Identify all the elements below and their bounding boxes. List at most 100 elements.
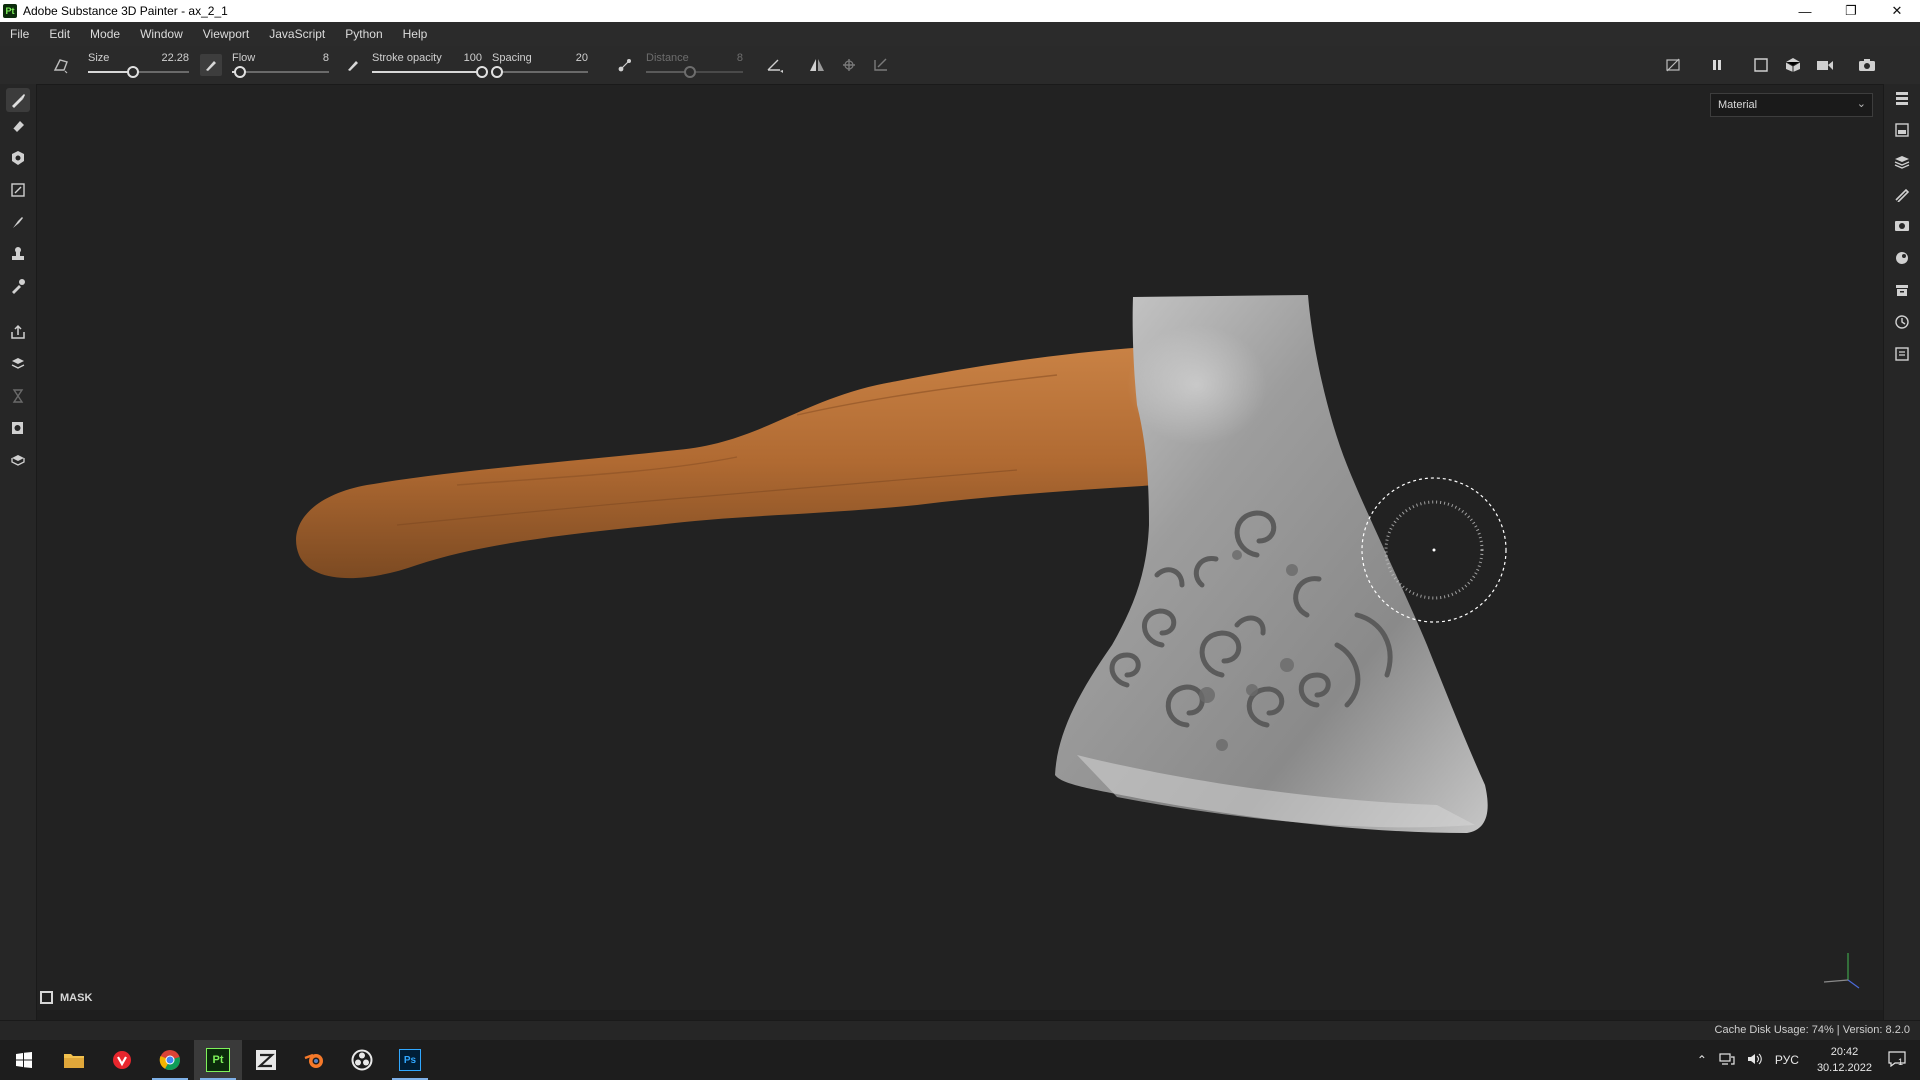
- menu-mode[interactable]: Mode: [80, 27, 130, 41]
- screenshot-icon[interactable]: [1856, 54, 1878, 76]
- flow-pen-pressure-icon[interactable]: [200, 54, 222, 76]
- app-icon: Pt: [3, 4, 17, 18]
- polygon-fill-icon[interactable]: [6, 352, 30, 376]
- transform-icon[interactable]: [870, 54, 892, 76]
- radial-symmetry-icon[interactable]: [838, 54, 860, 76]
- stroke-opacity-value: 100: [463, 52, 482, 64]
- stroke-opacity-slider[interactable]: Stroke opacity 100: [372, 50, 488, 80]
- left-tool-strip: [0, 84, 37, 1020]
- system-tray: ⌃ РУС 20:42 30.12.2022 1: [1691, 1040, 1920, 1080]
- projection-icon[interactable]: [6, 146, 30, 170]
- eraser-icon[interactable]: [6, 114, 30, 138]
- opacity-pen-pressure-icon[interactable]: [342, 54, 364, 76]
- windows-start-icon[interactable]: [0, 1040, 48, 1080]
- notification-count: 1: [1898, 1056, 1904, 1067]
- display-settings-icon[interactable]: [1890, 214, 1914, 238]
- size-label: Size: [88, 52, 110, 64]
- distance-knob[interactable]: [683, 66, 696, 78]
- file-explorer-icon[interactable]: [50, 1040, 98, 1080]
- hourglass-icon[interactable]: [6, 384, 30, 408]
- volume-icon[interactable]: [1747, 1052, 1763, 1069]
- axis-gizmo: [1823, 953, 1860, 989]
- size-knob[interactable]: [127, 66, 140, 78]
- paint-brush-icon[interactable]: [6, 88, 30, 112]
- menu-window[interactable]: Window: [130, 27, 193, 41]
- hide-ui-icon[interactable]: [1662, 54, 1684, 76]
- stroke-opacity-knob[interactable]: [476, 66, 488, 78]
- stroke-opacity-fill: [372, 71, 482, 73]
- properties-icon[interactable]: [1890, 182, 1914, 206]
- vivaldi-icon[interactable]: [98, 1040, 146, 1080]
- size-slider[interactable]: Size 22.28: [88, 50, 189, 80]
- minimize-icon[interactable]: —: [1782, 0, 1828, 22]
- symmetry-icon[interactable]: [806, 54, 828, 76]
- log-icon[interactable]: [1890, 342, 1914, 366]
- chevron-down-icon: ⌄: [1856, 98, 1866, 110]
- flow-knob[interactable]: [233, 66, 246, 78]
- clock-date: 30.12.2022: [1816, 1062, 1872, 1074]
- zbrush-icon[interactable]: [242, 1040, 290, 1080]
- viewport-channel-dropdown[interactable]: Material ⌄: [1710, 93, 1873, 117]
- status-bar: Cache Disk Usage: 74% | Version: 8.2.0: [0, 1020, 1920, 1041]
- distance-value: 8: [736, 52, 743, 64]
- mask-checkbox[interactable]: [40, 991, 53, 1004]
- menu-javascript[interactable]: JavaScript: [259, 27, 335, 41]
- shader-settings-icon[interactable]: [1890, 246, 1914, 270]
- layers-icon[interactable]: [1890, 86, 1914, 110]
- history-icon[interactable]: [1890, 310, 1914, 334]
- line-angle-icon[interactable]: [764, 54, 786, 76]
- chrome-icon[interactable]: [146, 1040, 194, 1080]
- 3d-view-icon[interactable]: [1782, 54, 1804, 76]
- layer-stack-icon[interactable]: [1890, 150, 1914, 174]
- clone-stamp-icon[interactable]: [6, 242, 30, 266]
- distance-slider[interactable]: Distance 8: [646, 50, 743, 80]
- 2d-view-icon[interactable]: [1750, 54, 1772, 76]
- spacing-knob[interactable]: [490, 66, 503, 78]
- cache-version-status: Cache Disk Usage: 74% | Version: 8.2.0: [1714, 1024, 1910, 1036]
- clock[interactable]: 20:42 30.12.2022: [1817, 1044, 1872, 1076]
- stroke-opacity-label: Stroke opacity: [372, 52, 442, 64]
- blender-icon[interactable]: [290, 1040, 338, 1080]
- spacing-label: Spacing: [492, 52, 532, 64]
- substance-painter-icon[interactable]: Pt: [194, 1040, 242, 1080]
- geometry-mask-icon[interactable]: [6, 178, 30, 202]
- close-icon[interactable]: ✕: [1874, 0, 1920, 22]
- spacing-slider[interactable]: Spacing 20: [490, 50, 588, 80]
- 3d-viewport[interactable]: [37, 85, 1883, 1010]
- lazy-mouse-icon[interactable]: [614, 54, 636, 76]
- title-bar: Pt Adobe Substance 3D Painter - ax_2_1 —…: [0, 0, 1920, 22]
- input-language[interactable]: РУС: [1775, 1053, 1799, 1067]
- menu-bar: File Edit Mode Window Viewport JavaScrip…: [0, 22, 1920, 46]
- mask-toggle[interactable]: MASK: [40, 991, 92, 1004]
- stencil-icon[interactable]: [6, 416, 30, 440]
- color-picker-icon[interactable]: [6, 274, 30, 298]
- menu-edit[interactable]: Edit: [39, 27, 80, 41]
- bake-export-icon[interactable]: [6, 320, 30, 344]
- menu-file[interactable]: File: [0, 27, 39, 41]
- notification-icon[interactable]: 1: [1888, 1050, 1906, 1070]
- flow-slider[interactable]: Flow 8: [232, 50, 329, 80]
- flow-value: 8: [322, 52, 329, 64]
- uv-icon[interactable]: [6, 448, 30, 472]
- chevron-up-icon[interactable]: ⌃: [1697, 1053, 1707, 1067]
- viewport-channel-value: Material: [1718, 99, 1758, 111]
- clock-time: 20:42: [1830, 1046, 1859, 1058]
- smudge-icon[interactable]: [6, 210, 30, 234]
- assets-icon[interactable]: [1890, 278, 1914, 302]
- menu-python[interactable]: Python: [335, 27, 392, 41]
- network-icon[interactable]: [1719, 1052, 1735, 1069]
- photoshop-icon[interactable]: Ps: [386, 1040, 434, 1080]
- flow-label: Flow: [232, 52, 256, 64]
- mask-label: MASK: [60, 991, 93, 1004]
- menu-help[interactable]: Help: [393, 27, 438, 41]
- camera-icon[interactable]: [1814, 54, 1836, 76]
- menu-viewport[interactable]: Viewport: [193, 27, 259, 41]
- texture-set-icon[interactable]: [1890, 118, 1914, 142]
- brush-preset-icon[interactable]: [50, 54, 72, 76]
- window-title: Adobe Substance 3D Painter - ax_2_1: [23, 4, 228, 18]
- pause-icon[interactable]: [1706, 54, 1728, 76]
- restore-icon[interactable]: ❐: [1828, 0, 1874, 22]
- spacing-value: 20: [575, 52, 588, 64]
- obs-icon[interactable]: [338, 1040, 386, 1080]
- os-taskbar: Pt Ps ⌃ РУС 20:42 30.12.2022 1: [0, 1040, 1920, 1080]
